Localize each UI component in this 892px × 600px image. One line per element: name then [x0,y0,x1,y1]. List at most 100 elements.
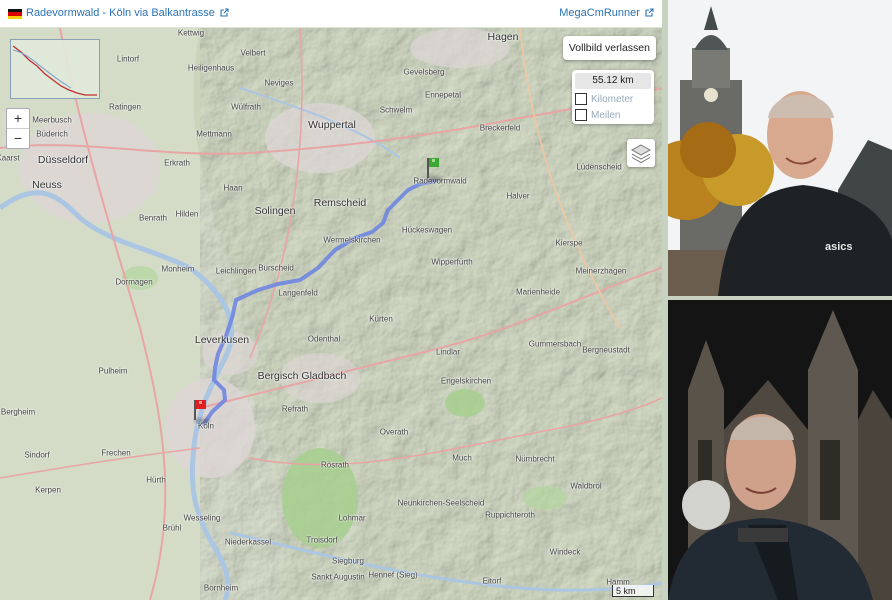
city-label: Haan [223,183,243,193]
city-label: Much [452,453,472,463]
city-label: Halver [506,191,530,201]
city-label: Troisdorf [306,535,338,545]
city-label: Kerpen [35,485,61,495]
city-label: Waldbröl [570,481,602,491]
city-label: Gummersbach [528,339,582,349]
city-label: Neviges [264,78,294,88]
city-label: Monheim [161,264,195,274]
city-label: Refrath [281,404,309,414]
city-label: Burscheid [258,263,294,273]
unit-miles-option[interactable]: Meilen [575,109,651,121]
map-terrain [0,28,662,600]
city-label: Frechen [101,448,131,458]
svg-text:asics: asics [825,241,853,253]
city-label: Hagen [487,31,519,43]
city-label: Wuppertal [308,119,356,131]
city-label: Wülfrath [231,102,261,112]
city-label: Remscheid [313,197,367,209]
city-label: Langenfeld [278,288,318,298]
city-label: Pulheim [98,366,128,376]
city-label: Dormagen [115,277,153,287]
city-label: Sankt Augustin [311,572,365,582]
city-label: Ennepetal [424,90,462,100]
city-label: Lüdenscheid [576,162,622,172]
city-label: Sindorf [24,450,50,460]
church-photo-image: asics [668,0,892,296]
city-label: Odenthal [307,334,341,344]
distance-value: 55.12 km [575,73,651,89]
brand-name: MegaCmRunner [559,7,640,19]
city-label: Wesseling [183,513,221,523]
city-label: Niederkassel [224,537,272,547]
city-label: Heiligenhaus [187,63,235,73]
city-label: Eitorf [482,576,502,586]
city-label: Meerbusch [32,115,72,125]
start-marker-icon[interactable] [425,156,451,182]
city-label: Bergheim [0,407,36,417]
map-header: Radevormwald - Köln via Balkantrasse Meg… [0,0,662,28]
city-label: Breckerfeld [479,123,521,133]
zoom-control: + − [6,108,30,149]
city-label: Wermelskirchen [323,235,381,245]
brand-link[interactable]: MegaCmRunner [559,7,654,19]
kilometer-label: Kilometer [591,93,634,105]
route-title: Radevormwald - Köln via Balkantrasse [26,7,215,19]
city-label: Leichlingen [215,266,257,276]
exit-fullscreen-button[interactable]: Vollbild verlassen [562,36,656,60]
city-label: Schwelm [379,105,413,115]
layers-button[interactable] [627,139,655,167]
elevation-profile [12,45,97,96]
city-label: Lintorf [116,54,140,64]
city-label: Rösrath [320,460,350,470]
runner-at-church-photo[interactable]: asics [668,0,892,296]
city-label: Marienheide [515,287,561,297]
city-label: Solingen [254,205,296,217]
city-label: Kettwig [177,28,205,38]
city-label: Engelskirchen [440,376,492,386]
city-label: Benrath [138,213,168,223]
city-label: Neunkirchen-Seelscheid [397,498,485,508]
city-label: Hürth [146,475,166,485]
city-label: Kürten [369,314,393,324]
city-label: Ratingen [108,102,142,112]
miles-label: Meilen [591,109,621,121]
city-label: Hilden [175,209,199,219]
city-label: Bornheim [203,583,239,593]
cathedral-photo-image [668,300,892,600]
city-label: Hennef (Sieg) [368,570,418,580]
city-label: Velbert [240,48,266,58]
distance-panel: 55.12 km Kilometer Meilen [572,70,654,124]
elevation-minimap[interactable] [10,39,100,99]
city-label: Bergisch Gladbach [257,370,347,382]
external-link-icon [645,8,654,17]
city-label: Meinerzhagen [575,266,627,276]
route-map[interactable]: Düsseldorf Wuppertal Remscheid Solingen … [0,28,662,600]
miles-checkbox[interactable] [575,109,587,121]
city-label: Hückeswagen [401,225,453,235]
city-label: Kaarst [0,153,20,163]
route-title-link[interactable]: Radevormwald - Köln via Balkantrasse [26,7,229,19]
city-label: Neuss [32,179,62,191]
germany-flag-icon [8,9,22,19]
city-label: Bergneustadt [582,345,630,355]
city-label: Gevelsberg [403,67,445,77]
city-label: Ruppichteroth [485,510,535,520]
city-label: Mettmann [196,129,232,139]
unit-kilometer-option[interactable]: Kilometer [575,93,651,105]
city-label: Lohmar [338,513,366,523]
city-label: Overath [379,427,409,437]
city-label: Nümbrecht [515,454,555,464]
external-link-icon [220,8,229,17]
city-label: Brühl [162,523,182,533]
city-label: Wipperfürth [431,257,473,267]
zoom-out-button[interactable]: − [7,128,29,148]
city-label: Düsseldorf [37,154,89,166]
city-label: Leverkusen [194,334,250,346]
city-label: Erkrath [164,158,190,168]
finish-marker-icon[interactable] [192,398,218,424]
runner-at-cathedral-photo[interactable] [668,300,892,600]
kilometer-checkbox[interactable] [575,93,587,105]
city-label: Lindlar [435,347,461,357]
zoom-in-button[interactable]: + [7,109,29,128]
city-label: Siegburg [331,556,365,566]
